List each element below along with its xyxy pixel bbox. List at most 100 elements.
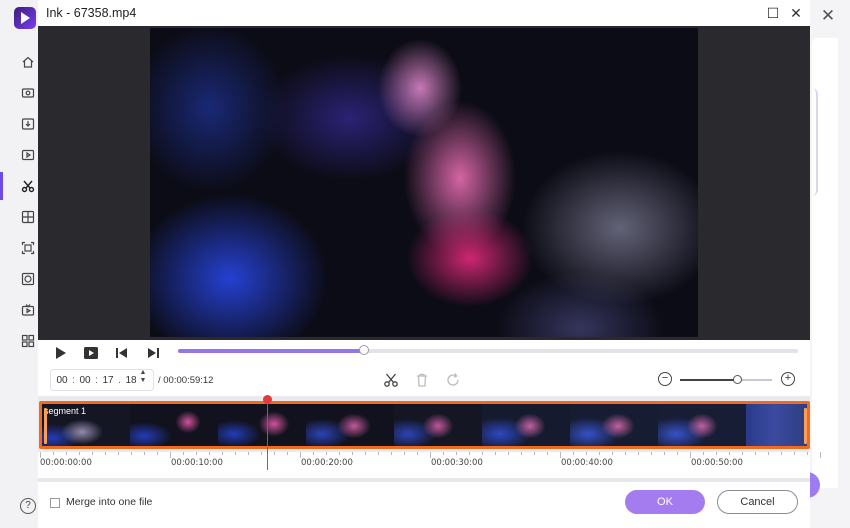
video-player [38,26,810,340]
zoom-slider-thumb[interactable] [733,375,743,384]
ruler-tick [196,452,197,455]
sidebar: ? [0,0,38,528]
ruler-tick [144,452,145,455]
ruler-tick [313,452,314,455]
ruler-tick [508,452,509,455]
clip-thumbnail [658,404,746,446]
ruler-tick [703,452,704,455]
background-close-icon[interactable]: ✕ [818,6,838,26]
ruler-tick [521,452,522,455]
ruler-tick [66,452,67,455]
play-icon[interactable] [52,344,70,362]
clip-thumbnail [746,404,807,446]
time-hours[interactable]: 00 [56,375,68,386]
ruler-tick [235,452,236,455]
ruler-tick [573,452,574,455]
ruler-tick [417,452,418,455]
playhead-handle[interactable] [263,395,272,404]
merge-label: Merge into one file [66,496,153,508]
segment-label: segment 1 [44,406,87,416]
edit-toolbar: 00 : 00 : 17 . 18 ▲ ▼ / 00:00:59:12 − + [38,366,810,396]
ruler-label: 00:00:10:00 [171,458,223,468]
ruler-tick [651,452,652,455]
dialog-footer: Merge into one file OK Cancel [38,482,810,528]
ruler-tick [638,452,639,455]
time-frames[interactable]: 18 [125,375,137,386]
ruler-tick [404,452,405,455]
ruler-tick [768,452,769,455]
maximize-icon[interactable]: ☐ [764,4,782,22]
ruler-tick [612,452,613,455]
ruler-tick [53,452,54,455]
ruler-tick [105,452,106,455]
ruler-tick [534,452,535,455]
ruler-tick [560,452,561,458]
app-window: ✕ ? Ink - 67358.mp4 ☐ ✕ 00: 00: 17 . 1… [0,0,850,528]
ruler-tick [183,452,184,455]
next-frame-icon[interactable] [144,344,162,362]
clip-thumbnail [130,404,218,446]
zoom-out-icon[interactable]: − [658,372,672,386]
ruler-tick [482,452,483,455]
ruler-tick [495,452,496,455]
ruler-label: 00:00:50:00 [691,458,743,468]
ruler-tick [794,452,795,455]
ruler-tick [365,452,366,455]
time-separator: : [72,374,75,386]
ruler-tick [599,452,600,455]
ruler-tick [664,452,665,455]
window-title: Ink - 67358.mp4 [46,6,137,20]
ruler-tick [209,452,210,455]
ruler-tick [443,452,444,455]
ruler-tick [456,452,457,455]
app-logo-icon [14,7,36,29]
clip-thumbnail [218,404,306,446]
ruler-tick [547,452,548,455]
ruler-label: 00:00:00:00 [40,458,92,468]
time-separator: . [118,374,121,386]
segment-end-handle[interactable] [804,408,807,444]
ruler-label: 00:00:40:00 [561,458,613,468]
ruler-label: 00:00:30:00 [431,458,483,468]
timeline: segment 1 00:00:00:00 00:00:10:00 00:00:… [38,396,821,478]
ruler-tick [716,452,717,455]
ruler-tick [92,452,93,455]
background-scrollbar[interactable] [812,88,818,196]
time-seconds[interactable]: 17 [102,375,114,386]
ruler-tick [742,452,743,455]
total-duration: / 00:00:59:12 [158,375,214,386]
ruler-label: 00:00:20:00 [301,458,353,468]
cancel-button[interactable]: Cancel [717,490,798,514]
merge-checkbox[interactable] [50,498,60,508]
help-icon[interactable]: ? [20,498,36,514]
nav-active-indicator [0,172,3,200]
ruler-tick [300,452,301,458]
previous-frame-icon[interactable] [113,344,131,362]
close-icon[interactable]: ✕ [787,4,805,22]
delete-icon[interactable] [414,372,430,388]
ruler-tick [40,452,41,458]
ruler-tick [261,452,262,455]
segment-clip[interactable]: segment 1 [39,401,810,449]
time-stepper[interactable]: ▲ ▼ [138,369,148,385]
ruler-tick [79,452,80,455]
ruler-tick [170,452,171,458]
time-ruler: 00:00:00:00 00:00:10:00 00:00:20:00 00:0… [38,452,821,470]
time-minutes[interactable]: 00 [79,375,91,386]
chevron-down-icon[interactable]: ▼ [138,377,148,385]
play-segment-icon[interactable] [82,344,100,362]
ruler-tick [820,452,821,458]
ruler-tick [248,452,249,455]
ok-button[interactable]: OK [625,490,705,514]
chevron-up-icon[interactable]: ▲ [138,369,148,377]
segment-start-handle[interactable] [44,408,47,444]
ruler-tick [287,452,288,455]
seek-bar-thumb[interactable] [359,345,369,355]
scissors-icon[interactable] [383,372,399,388]
trim-dialog: Ink - 67358.mp4 ☐ ✕ 00: 00: 17 . 18 ▲ … [38,0,821,528]
ruler-tick [755,452,756,455]
seek-bar[interactable] [178,345,798,355]
zoom-in-icon[interactable]: + [781,372,795,386]
ruler-tick [274,452,275,455]
redo-icon[interactable] [445,372,461,388]
